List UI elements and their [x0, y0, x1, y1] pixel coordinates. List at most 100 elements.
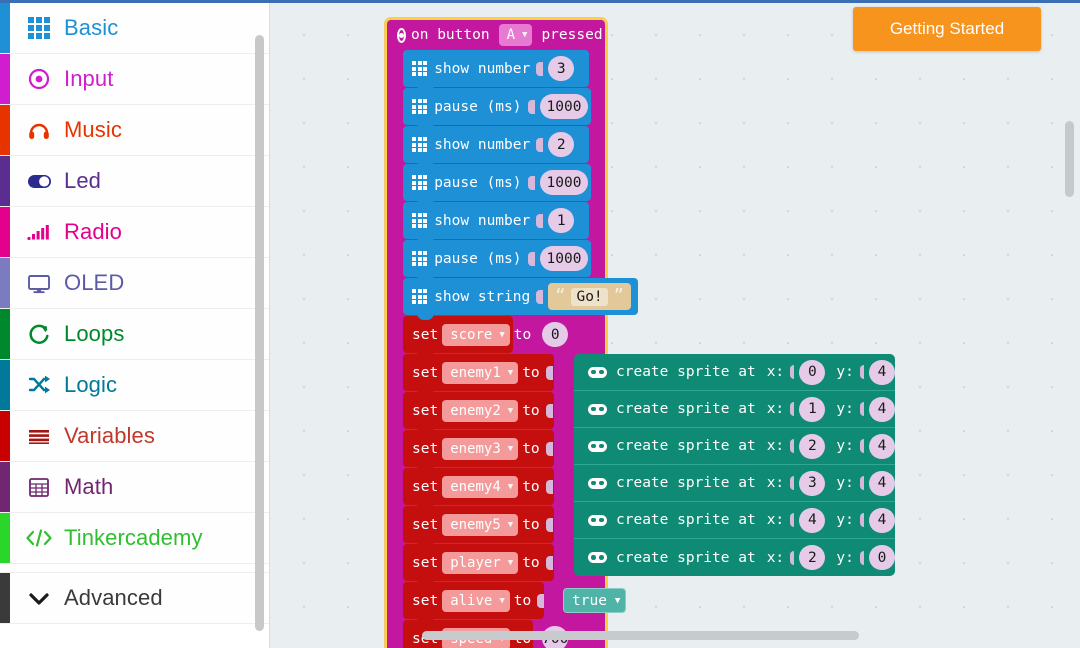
sidebar-item-tinkercademy[interactable]: Tinkercademy [0, 513, 269, 564]
boolean-value: true [572, 592, 607, 609]
x-number-field[interactable]: 0 [799, 359, 826, 385]
toolbox-sidebar[interactable]: Basic Input Music Led Radio OLED Loops L… [0, 3, 270, 648]
set-variable-block[interactable]: set score ▼ to 0 [403, 316, 569, 358]
variable-dropdown[interactable]: enemy1 ▼ [442, 361, 519, 384]
show-number-block[interactable]: show number 1 [403, 202, 589, 244]
set-variable-block[interactable]: set enemy2 ▼ to [403, 392, 554, 434]
sidebar-item-led[interactable]: Led [0, 156, 269, 207]
create-sprite-block[interactable]: create sprite at x: 2 y: 0 [574, 539, 895, 576]
set-variable-block[interactable]: set enemy3 ▼ to [403, 430, 554, 472]
create-sprite-block[interactable]: create sprite at x: 2 y: 4 [574, 428, 895, 465]
y-number-field[interactable]: 4 [869, 359, 895, 385]
string-field[interactable]: “ Go! ” [548, 283, 631, 310]
boolean-dropdown[interactable]: true ▼ [563, 588, 627, 613]
sidebar-item-variables[interactable]: Variables [0, 411, 269, 462]
pause-block[interactable]: pause (ms) 1000 [403, 240, 591, 282]
variable-name: enemy1 [450, 364, 501, 381]
on-button-pressed-block[interactable]: on button A ▼ pressed show number 3 paus… [385, 18, 895, 648]
x-number-field[interactable]: 1 [799, 396, 826, 422]
sidebar-item-loops[interactable]: Loops [0, 309, 269, 360]
sidebar-item-advanced[interactable]: Advanced [0, 573, 269, 624]
number-field[interactable]: 1000 [539, 246, 589, 271]
block-label: show number [434, 212, 531, 229]
y-number-field[interactable]: 4 [869, 470, 895, 496]
create-sprite-block[interactable]: create sprite at x: 0 y: 4 [574, 354, 895, 391]
show-number-block[interactable]: show number 2 [403, 126, 589, 168]
x-number-field[interactable]: 2 [799, 545, 826, 570]
sidebar-item-label: Input [64, 66, 114, 91]
y-number-field[interactable]: 0 [869, 545, 895, 570]
sidebar-item-label: OLED [64, 270, 125, 295]
chevron-down-icon: ▼ [507, 557, 514, 568]
gamepad-icon [588, 440, 607, 452]
variable-dropdown[interactable]: alive ▼ [442, 589, 510, 612]
set-variable-block[interactable]: set alive ▼ to [403, 582, 545, 624]
block-label: create sprite at [616, 549, 756, 566]
button-dropdown[interactable]: A ▼ [498, 24, 533, 46]
sidebar-item-oled[interactable]: OLED [0, 258, 269, 309]
set-variable-block[interactable]: set player ▼ to [403, 544, 554, 586]
blocks-workspace[interactable]: Getting Started on button A ▼ pressed sh… [270, 3, 1080, 648]
code-brackets-icon [22, 523, 56, 553]
workspace-horizontal-scrollbar[interactable] [422, 631, 859, 640]
variable-dropdown[interactable]: enemy5 ▼ [442, 513, 519, 536]
shuffle-icon [22, 370, 56, 400]
pause-block[interactable]: pause (ms) 1000 [403, 88, 591, 130]
create-sprite-reporters: create sprite at x: 0 y: 4 create sprite… [574, 354, 895, 576]
variable-dropdown[interactable]: enemy2 ▼ [442, 399, 519, 422]
y-number-field[interactable]: 4 [869, 507, 895, 533]
number-field[interactable]: 0 [542, 322, 569, 347]
set-variable-block[interactable]: set enemy5 ▼ to [403, 506, 554, 548]
sidebar-item-logic[interactable]: Logic [0, 360, 269, 411]
string-value[interactable]: Go! [571, 287, 608, 306]
bullseye-icon [397, 27, 406, 43]
set-variable-block[interactable]: set enemy4 ▼ to [403, 468, 554, 510]
gamepad-icon [588, 552, 607, 563]
pause-block[interactable]: pause (ms) 1000 [403, 164, 591, 206]
y-number-field[interactable]: 4 [869, 396, 895, 422]
sidebar-item-label: Logic [64, 372, 118, 397]
event-block-header[interactable]: on button A ▼ pressed [387, 20, 605, 50]
create-sprite-block[interactable]: create sprite at x: 3 y: 4 [574, 465, 895, 502]
refresh-icon [22, 319, 56, 349]
x-number-field[interactable]: 3 [799, 470, 826, 496]
x-number-field[interactable]: 2 [799, 433, 826, 459]
number-field[interactable]: 1000 [539, 170, 589, 195]
variable-dropdown[interactable]: enemy3 ▼ [442, 437, 519, 460]
to-keyword-label: to [522, 402, 540, 419]
show-string-block[interactable]: show string “ Go! ” [403, 278, 638, 320]
number-field[interactable]: 2 [548, 132, 575, 157]
create-sprite-block[interactable]: create sprite at x: 4 y: 4 [574, 502, 895, 539]
sidebar-item-radio[interactable]: Radio [0, 207, 269, 258]
sidebar-item-input[interactable]: Input [0, 54, 269, 105]
y-number-field[interactable]: 4 [869, 433, 895, 459]
value-plug [545, 403, 553, 418]
variable-dropdown[interactable]: player ▼ [442, 551, 519, 574]
button-dropdown-value: A [506, 27, 516, 43]
workspace-vertical-scrollbar[interactable] [1065, 121, 1074, 197]
number-field[interactable]: 1 [548, 208, 575, 233]
getting-started-button[interactable]: Getting Started [853, 7, 1041, 51]
chevron-down-icon: ▼ [522, 30, 528, 40]
gamepad-icon [588, 514, 607, 526]
show-number-block[interactable]: show number 3 [403, 50, 589, 92]
top-rule [0, 0, 1080, 3]
x-number-field[interactable]: 4 [799, 507, 826, 533]
quote-close-icon: ” [613, 286, 624, 306]
variable-dropdown[interactable]: score ▼ [442, 323, 510, 346]
set-keyword-label: set [412, 364, 439, 381]
toggle-icon [22, 166, 56, 196]
variable-dropdown[interactable]: enemy4 ▼ [442, 475, 519, 498]
set-variable-block[interactable]: set enemy1 ▼ to [403, 354, 554, 396]
sidebar-item-label: Radio [64, 219, 122, 244]
number-field[interactable]: 3 [548, 56, 575, 81]
chevron-down-icon: ▼ [507, 367, 514, 378]
create-sprite-block[interactable]: create sprite at x: 1 y: 4 [574, 391, 895, 428]
sidebar-item-label: Math [64, 474, 114, 499]
chevron-down-icon: ▼ [507, 443, 514, 454]
sidebar-item-math[interactable]: Math [0, 462, 269, 513]
sidebar-item-basic[interactable]: Basic [0, 3, 269, 54]
toolbox-scrollbar[interactable] [255, 35, 264, 631]
number-field[interactable]: 1000 [539, 94, 589, 119]
sidebar-item-music[interactable]: Music [0, 105, 269, 156]
